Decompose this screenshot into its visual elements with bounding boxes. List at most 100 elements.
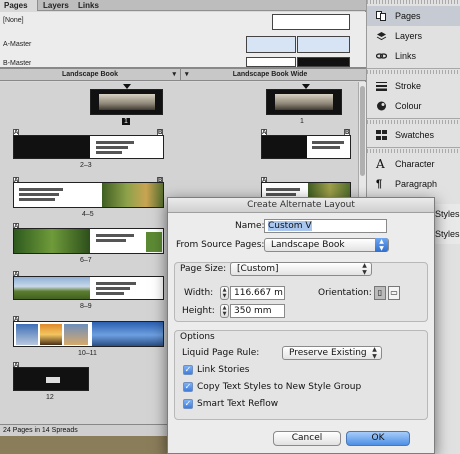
- layers-icon: [376, 32, 387, 41]
- dock-grip[interactable]: [367, 149, 460, 153]
- layout-column-landscape-book[interactable]: Landscape Book ▾: [0, 69, 181, 81]
- master-a-label[interactable]: A-Master: [3, 41, 31, 48]
- dock-item-colour-label: Colour: [395, 101, 422, 111]
- spread-label-8-9: 8–9: [80, 303, 92, 310]
- master-a-right-thumb[interactable]: [297, 36, 350, 53]
- layout-column-landscape-book-wide[interactable]: ▾ Landscape Book Wide: [182, 69, 358, 81]
- tab-links[interactable]: Links: [74, 0, 104, 11]
- spread-label-10-11: 10–11: [78, 350, 97, 357]
- source-pages-label: From Source Pages:: [176, 240, 265, 250]
- source-pages-value: Landscape Book: [271, 240, 345, 250]
- column-menu-icon[interactable]: ▾: [185, 69, 189, 81]
- copy-text-styles-label[interactable]: Copy Text Styles to New Style Group: [197, 382, 361, 392]
- orientation-label: Orientation:: [318, 288, 372, 298]
- spread-6-7[interactable]: [13, 228, 164, 254]
- master-a-left-thumb[interactable]: [246, 36, 296, 53]
- text-lines: [312, 146, 340, 149]
- master-none-label[interactable]: [None]: [3, 17, 24, 24]
- paragraph-icon: ¶: [376, 178, 383, 190]
- spread-label-2-3: 2–3: [80, 162, 92, 169]
- spread-page-12[interactable]: [13, 367, 89, 391]
- height-stepper[interactable]: ▲ ▼: [220, 304, 229, 318]
- ok-button[interactable]: OK: [346, 431, 410, 446]
- text-lines: [96, 141, 134, 144]
- master-b-left-thumb[interactable]: [246, 57, 296, 67]
- colour-icon: [377, 101, 386, 111]
- swatches-icon: [376, 130, 387, 140]
- spread-page-1[interactable]: [90, 89, 163, 115]
- height-label: Height:: [182, 306, 215, 316]
- dock-grip[interactable]: [367, 120, 460, 124]
- dock-separator: [367, 68, 460, 69]
- dock-item-colour[interactable]: Colour: [367, 96, 460, 116]
- tab-pages[interactable]: Pages: [0, 0, 38, 11]
- links-icon: [376, 53, 387, 59]
- spread-wide-page-1[interactable]: [266, 89, 342, 115]
- smart-text-reflow-label[interactable]: Smart Text Reflow: [197, 399, 278, 409]
- link-stories-label[interactable]: Link Stories: [197, 365, 249, 375]
- master-none-thumb[interactable]: [272, 14, 350, 30]
- width-stepper[interactable]: ▲ ▼: [220, 286, 229, 300]
- text-lines: [96, 287, 130, 290]
- portrait-orientation-icon[interactable]: ▯: [374, 286, 386, 300]
- master-b-right-thumb[interactable]: [297, 57, 350, 67]
- text-lines: [19, 188, 63, 191]
- dock-item-pages[interactable]: Pages: [367, 6, 460, 26]
- text-lines: [96, 146, 128, 149]
- scrollbar-thumb[interactable]: [360, 86, 365, 176]
- name-input[interactable]: Custom V: [264, 219, 387, 233]
- cancel-button[interactable]: Cancel: [273, 431, 341, 446]
- landscape-photo: [14, 277, 90, 299]
- forest-photo: [102, 183, 163, 207]
- pages-icon: [376, 11, 386, 21]
- dock-grip[interactable]: [367, 70, 460, 74]
- liquid-page-rule-select[interactable]: Preserve Existing ▲ ▼: [282, 346, 382, 360]
- spread-wide-2-3[interactable]: [261, 135, 351, 159]
- layout-header: Landscape Book ▾ ▾ Landscape Book Wide: [0, 69, 366, 81]
- column-menu-icon[interactable]: ▾: [172, 69, 176, 81]
- dock-item-pages-label: Pages: [395, 11, 421, 21]
- text-lines: [266, 193, 296, 196]
- text-lines: [19, 198, 55, 201]
- dock-item-stroke-label: Stroke: [395, 81, 422, 91]
- landscape-orientation-icon[interactable]: ▭: [388, 286, 400, 300]
- tab-layers[interactable]: Layers: [39, 0, 73, 11]
- spread-2-3[interactable]: [13, 135, 164, 159]
- copy-text-styles-checkbox[interactable]: ✓: [183, 382, 193, 392]
- page-size-label: Page Size:: [180, 264, 227, 274]
- thumb-photo: [64, 324, 88, 345]
- forest-photo: [14, 229, 90, 253]
- source-pages-select[interactable]: Landscape Book ▲ ▼: [264, 238, 389, 252]
- dock-item-links[interactable]: Links: [367, 46, 460, 66]
- options-label: Options: [180, 332, 215, 342]
- dock-item-layers[interactable]: Layers: [367, 26, 460, 46]
- spread-10-11[interactable]: [13, 321, 164, 347]
- dock-item-swatches[interactable]: Swatches: [367, 125, 460, 145]
- link-stories-checkbox[interactable]: ✓: [183, 365, 193, 375]
- spread-4-5[interactable]: [13, 182, 164, 208]
- height-input[interactable]: 350 mm: [230, 304, 285, 318]
- partial-styles-label: Styles: [435, 209, 460, 219]
- dock-separator: [367, 118, 460, 119]
- master-b-label[interactable]: B-Master: [3, 60, 31, 67]
- text-lines: [19, 193, 59, 196]
- page-size-select[interactable]: [Custom] ▲ ▼: [230, 262, 372, 276]
- liquid-page-rule-label: Liquid Page Rule:: [182, 348, 260, 358]
- dock-item-paragraph-label: Paragraph: [395, 179, 438, 189]
- dock-item-paragraph[interactable]: ¶ Paragraph: [367, 174, 460, 194]
- select-arrows-icon: ▲ ▼: [375, 238, 388, 252]
- layout-column-landscape-book-label: Landscape Book: [61, 71, 118, 78]
- spread-8-9[interactable]: [13, 276, 164, 300]
- masters-section: [None] A-Master B-Master: [0, 12, 366, 67]
- width-input[interactable]: 116.667 m: [230, 286, 285, 300]
- dock-separator: [367, 147, 460, 148]
- select-arrows-icon: ▲ ▼: [372, 346, 377, 360]
- dock-item-character[interactable]: A Character: [367, 154, 460, 174]
- text-lines: [96, 282, 136, 285]
- dock-grip[interactable]: [367, 0, 460, 4]
- text-lines: [96, 292, 124, 295]
- dock-item-stroke[interactable]: Stroke: [367, 76, 460, 96]
- smart-text-reflow-checkbox[interactable]: ✓: [183, 399, 193, 409]
- dock-item-links-label: Links: [395, 51, 417, 61]
- select-arrows-icon: ▲ ▼: [362, 262, 367, 276]
